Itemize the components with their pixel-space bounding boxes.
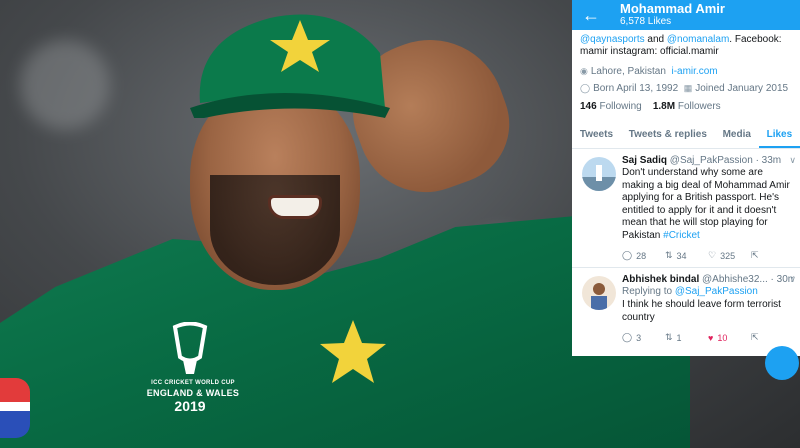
chevron-down-icon[interactable]: ∨ <box>789 155 796 166</box>
share-button[interactable]: ⇱ <box>751 250 794 261</box>
heart-icon: ♡ <box>708 250 717 260</box>
balloon-icon: ◯ <box>580 83 591 93</box>
tweet-item[interactable]: ∨ Saj Sadiq @Saj_PakPassion · 33m Don't … <box>572 149 800 268</box>
green-cap <box>190 14 390 118</box>
retweet-button[interactable]: ⇅ 34 <box>665 250 708 261</box>
retweet-button[interactable]: ⇅ 1 <box>665 332 708 343</box>
tweet-body: Don't understand why some are making a b… <box>622 167 790 241</box>
avatar[interactable] <box>582 276 616 310</box>
profile-bio: @qaynasports and @nomanalam. Facebook: m… <box>580 34 782 57</box>
share-button[interactable]: ⇱ <box>751 332 794 343</box>
like-button[interactable]: ♥ 10 <box>708 332 751 343</box>
location-icon: ◉ <box>580 66 588 76</box>
arrow-left-icon[interactable]: ← <box>582 5 600 26</box>
like-button[interactable]: ♡ 325 <box>708 250 751 261</box>
avatar[interactable] <box>582 157 616 191</box>
tweet-time: · 33m <box>755 155 782 166</box>
tweet-actions: ◯ 28 ⇅ 34 ♡ 325 ⇱ <box>622 250 794 261</box>
retweet-icon: ⇅ <box>665 250 673 260</box>
world-cup-text: ICC CRICKET WORLD CUP ENGLAND & WALES <box>146 380 240 398</box>
reply-button[interactable]: ◯ 3 <box>622 332 665 343</box>
joined-text: Joined January 2015 <box>695 83 789 94</box>
profile-top-bar: ← Mohammad Amir 6,578 Likes <box>572 0 800 30</box>
compose-button[interactable] <box>765 346 799 380</box>
follow-stats: 146 Following 1.8M Followers <box>572 97 800 112</box>
hashtag-link[interactable]: #Cricket <box>663 230 700 241</box>
born-text: Born April 13, 1992 <box>593 83 679 94</box>
retweet-icon: ⇅ <box>665 332 673 342</box>
profile-tabs: Tweets Tweets & replies Media Likes <box>572 122 800 149</box>
tweet-body: I think he should leave form terrorist c… <box>622 299 781 323</box>
tweet-header: Abhishek bindal @Abhishe32... · 30m <box>622 274 794 285</box>
chest-star-icon <box>320 320 386 383</box>
profile-meta: ◉ Lahore, Pakistan i-amir.com ◯ Born April… <box>572 58 800 97</box>
tweet-header: Saj Sadiq @Saj_PakPassion · 33m <box>622 155 794 166</box>
share-icon: ⇱ <box>751 332 759 342</box>
reply-icon: ◯ <box>622 332 633 342</box>
tweet-actions: ◯ 3 ⇅ 1 ♥ 10 ⇱ <box>622 332 794 343</box>
calendar-icon: ▦ <box>683 83 693 93</box>
player-beard <box>210 175 340 285</box>
tab-tweets-replies[interactable]: Tweets & replies <box>621 122 715 148</box>
player-smile <box>268 195 322 219</box>
followers-link[interactable]: 1.8M Followers <box>653 101 721 112</box>
bio-mention-link[interactable]: @qaynasports <box>580 34 645 45</box>
tweet-item[interactable]: ∨ Abhishek bindal @Abhishe32... · 30m Re… <box>572 268 800 349</box>
reply-icon: ◯ <box>622 250 633 260</box>
sleeve-flag-patch <box>0 378 30 438</box>
chevron-down-icon[interactable]: ∨ <box>789 274 796 285</box>
tweet-author-handle: @Saj_PakPassion <box>669 155 753 166</box>
tab-media[interactable]: Media <box>715 122 759 148</box>
twitter-profile-panel: ← Mohammad Amir 6,578 Likes @qaynasports… <box>572 0 800 356</box>
tweet-author-name: Abhishek bindal <box>622 274 700 285</box>
share-icon: ⇱ <box>751 250 759 260</box>
profile-name: Mohammad Amir <box>620 1 725 16</box>
world-cup-year: 2019 <box>174 398 206 414</box>
location-text: Lahore, Pakistan <box>590 66 666 77</box>
reply-handle-link[interactable]: @Saj_PakPassion <box>675 286 758 297</box>
tweet-author-name: Saj Sadiq <box>622 155 668 166</box>
website-link[interactable]: i-amir.com <box>671 66 717 77</box>
tweet-author-handle: @Abhishe32... <box>702 274 768 285</box>
heart-icon: ♥ <box>708 332 714 343</box>
replying-to: Replying to @Saj_PakPassion <box>622 286 758 297</box>
bio-mention-link[interactable]: @nomanalam <box>667 34 729 45</box>
tab-likes[interactable]: Likes <box>758 122 800 148</box>
tab-tweets[interactable]: Tweets <box>572 122 621 148</box>
reply-button[interactable]: ◯ 28 <box>622 250 665 261</box>
following-link[interactable]: 146 Following <box>580 101 642 112</box>
likes-count: 6,578 Likes <box>620 16 672 27</box>
